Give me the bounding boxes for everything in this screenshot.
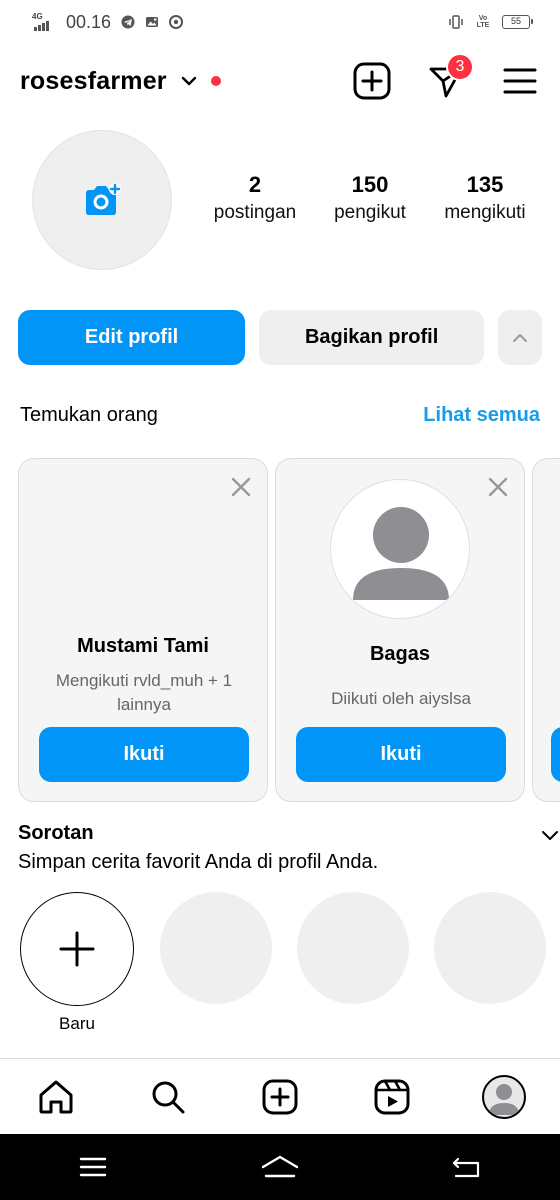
recents-button[interactable] <box>73 1147 113 1187</box>
suggestion-name[interactable]: Mustami Tami <box>19 635 267 658</box>
notification-badge: 3 <box>446 53 474 81</box>
stat-label: pengikut <box>334 202 406 223</box>
stat-label: postingan <box>213 202 297 223</box>
highlights-header: Sorotan Simpan cerita favorit Anda di pr… <box>18 822 560 874</box>
chevron-down-icon[interactable] <box>179 71 199 91</box>
reels-icon <box>374 1079 410 1114</box>
status-right: Vo LTE 55 <box>448 15 533 29</box>
profile-actions: Edit profil Bagikan profil <box>18 310 542 365</box>
bottom-tab-bar <box>0 1058 560 1134</box>
sync-icon <box>169 15 184 29</box>
plus-icon <box>59 931 95 967</box>
close-icon[interactable] <box>229 475 253 499</box>
highlight-placeholder <box>297 892 409 1004</box>
home-icon <box>39 1080 73 1113</box>
stat-posts[interactable]: 2 postingan <box>200 172 310 224</box>
stat-number: 150 <box>351 172 389 197</box>
status-left: 4G 00.16 <box>32 11 184 33</box>
suggestion-card: Bagas Diikuti oleh aiyslsa Ikuti <box>275 458 525 802</box>
new-highlight-label: Baru <box>59 1014 95 1033</box>
profile-header: rosesfarmer 3 <box>0 52 560 110</box>
tab-home[interactable] <box>31 1072 81 1122</box>
suggestion-subtitle: Diikuti oleh aiyslsa <box>331 689 471 708</box>
follow-button[interactable]: Ikuti <box>296 727 506 782</box>
stat-number: 2 <box>248 172 262 197</box>
default-avatar-icon <box>353 507 449 600</box>
discover-toggle-button[interactable] <box>498 310 542 365</box>
back-icon <box>452 1157 479 1178</box>
add-photo-icon <box>86 183 121 215</box>
profile-stats: 2 postingan 150 pengikut 135 mengikuti <box>200 172 540 224</box>
new-highlight-button[interactable] <box>20 892 134 1006</box>
suggestion-name[interactable]: Bagas <box>276 643 524 666</box>
see-all-link[interactable]: Lihat semua <box>423 404 540 427</box>
direct-messages-button[interactable]: 3 <box>426 53 474 101</box>
stat-following[interactable]: 135 mengikuti <box>430 172 540 224</box>
tab-create[interactable] <box>255 1072 305 1122</box>
suggestion-card-partial <box>532 458 560 802</box>
highlight-placeholder <box>160 892 272 1004</box>
signal-icon: 4G <box>32 12 56 31</box>
unread-dot <box>210 76 221 86</box>
status-bar: 4G 00.16 Vo LTE 55 <box>0 0 560 44</box>
tab-search[interactable] <box>143 1072 193 1122</box>
follow-button-partial[interactable] <box>551 727 560 782</box>
highlight-placeholder <box>434 892 546 1004</box>
avatar[interactable] <box>330 479 470 619</box>
suggestion-subtitle: Mengikuti rvld_muh + 1 lainnya <box>55 671 233 714</box>
edit-profile-button[interactable]: Edit profil <box>18 310 246 365</box>
home-nav-button[interactable] <box>260 1147 300 1187</box>
create-icon <box>262 1079 298 1114</box>
chevron-down-icon[interactable] <box>540 826 560 846</box>
chevron-up-icon <box>513 333 528 342</box>
volte-indicator: Vo LTE <box>476 15 490 29</box>
menu-icon <box>503 68 537 94</box>
close-icon[interactable] <box>486 475 510 499</box>
header-actions: 3 <box>352 53 540 101</box>
suggestion-card: Mustami Tami Mengikuti rvld_muh + 1 lain… <box>18 458 268 802</box>
menu-button[interactable] <box>500 61 540 101</box>
highlights-title: Sorotan <box>18 822 94 844</box>
highlights-subtitle: Simpan cerita favorit Anda di profil And… <box>18 851 379 873</box>
status-time: 00.16 <box>66 11 112 32</box>
share-profile-button[interactable]: Bagikan profil <box>259 310 485 365</box>
profile-avatar <box>482 1074 526 1119</box>
tab-reels[interactable] <box>367 1072 417 1122</box>
plus-square-icon <box>353 62 391 100</box>
home-nav-icon <box>261 1155 299 1178</box>
recents-icon <box>80 1157 107 1177</box>
telegram-icon <box>121 15 135 29</box>
create-button[interactable] <box>352 61 392 101</box>
battery-icon: 55 <box>502 15 533 29</box>
back-button[interactable] <box>447 1147 487 1187</box>
discover-header: Temukan orang Lihat semua <box>20 404 540 427</box>
stat-followers[interactable]: 150 pengikut <box>315 172 425 224</box>
search-icon <box>152 1081 185 1113</box>
default-avatar-icon <box>489 1083 519 1115</box>
account-switcher[interactable]: rosesfarmer <box>20 67 167 96</box>
gallery-icon <box>146 17 159 27</box>
system-nav-bar <box>0 1134 560 1200</box>
network-type: 4G <box>32 12 43 21</box>
stat-label: mengikuti <box>444 202 526 223</box>
tab-profile[interactable] <box>479 1072 529 1122</box>
stat-number: 135 <box>466 172 504 197</box>
follow-button[interactable]: Ikuti <box>39 727 249 782</box>
vibrate-icon <box>449 15 463 29</box>
highlights-row: Baru <box>20 892 560 1033</box>
discover-title: Temukan orang <box>20 404 158 426</box>
suggestion-cards: Mustami Tami Mengikuti rvld_muh + 1 lain… <box>18 458 560 802</box>
profile-avatar-add[interactable] <box>32 130 172 270</box>
